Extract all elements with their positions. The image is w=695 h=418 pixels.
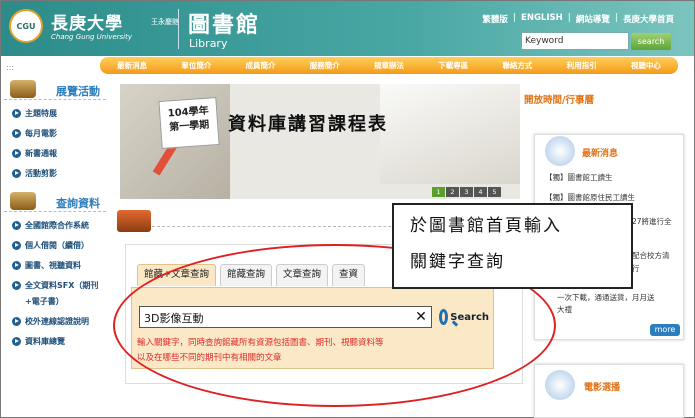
callout-line: 關鍵字查詢 — [410, 252, 505, 272]
pager-button[interactable]: 1 — [432, 187, 445, 197]
arrow-bullet-icon — [12, 261, 21, 270]
megaphone-icon — [545, 136, 575, 166]
news-title: 最新消息 — [582, 149, 619, 159]
university-name-zh: 長庚大學 — [51, 14, 123, 34]
sidebar-section-exhibitions: 展覽活動 — [4, 78, 106, 100]
link-separator: | — [512, 13, 517, 23]
arrow-bullet-icon — [12, 281, 21, 290]
news-item[interactable]: 【獨】圖書館原住民工讀生 — [545, 192, 635, 203]
university-building: 王永慶館 — [151, 18, 179, 26]
news-fragment: 配合校方清 — [632, 251, 670, 260]
pager-button[interactable]: 4 — [474, 187, 487, 197]
sidebar-section-title: 查詢資料 — [56, 197, 100, 210]
sidebar-item[interactable]: 全文資料SFX（期刊+電子書） — [4, 276, 100, 312]
news-fragment: 行 — [632, 264, 640, 273]
sidebar-item-label: 主題特展 — [25, 109, 57, 118]
sidebar-item-label: 全文資料SFX（期刊+電子書） — [25, 281, 99, 306]
pager-button[interactable]: 5 — [488, 187, 501, 197]
sidebar-item[interactable]: 主題特展 — [4, 104, 106, 124]
banner-pager: 1 2 3 4 5 — [432, 187, 501, 197]
dots-decoration: ::: — [6, 63, 15, 72]
sidebar-item[interactable]: 資料庫總覽 — [4, 332, 94, 352]
sidebar-item[interactable]: 圖書、視聽資料 — [4, 256, 94, 276]
nav-item[interactable]: 視聽中心 — [631, 60, 661, 71]
notebook-image — [380, 84, 520, 184]
nav-item[interactable]: 規章辦法 — [374, 60, 404, 71]
site-search-input[interactable]: Keyword — [521, 32, 629, 50]
main-nav: 最新消息 單位簡介 成員簡介 服務簡介 規章辦法 下載專區 聯絡方式 利用指引 … — [100, 57, 678, 74]
sidebar-item[interactable]: 每月電影 — [4, 124, 106, 144]
arrow-bullet-icon — [12, 317, 21, 326]
sidebar-item[interactable]: 校外連線認證說明 — [4, 312, 94, 332]
news-fragment: 大禮 — [557, 305, 572, 314]
callout-line: 於圖書館首頁輸入 — [410, 216, 562, 236]
news-fragment: 27將進行全 — [632, 217, 672, 226]
sidebar-item-label: 全國館際合作系統 — [25, 221, 89, 230]
exhibition-icon — [10, 80, 36, 98]
library-title-zh: 圖書館 — [188, 12, 261, 38]
more-button[interactable]: more — [650, 324, 680, 336]
movie-title: 電影選播 — [584, 383, 621, 393]
arrow-bullet-icon — [12, 129, 21, 138]
link-separator: | — [614, 13, 618, 23]
search-section-icon — [10, 192, 36, 210]
sidebar-item-label: 校外連線認證說明 — [25, 317, 89, 326]
open-hours-link[interactable]: 開放時間/行事曆 — [524, 92, 594, 106]
arrow-bullet-icon — [12, 337, 21, 346]
sidebar-item-label: 活動剪影 — [25, 169, 57, 178]
nav-item[interactable]: 最新消息 — [117, 60, 147, 71]
sidebar-item-label: 新書通報 — [25, 149, 57, 158]
sidebar-item[interactable]: 活動剪影 — [4, 164, 106, 184]
books-icon — [117, 210, 151, 232]
news-fragment: 一次下載，通通送貨，月月送 — [557, 293, 655, 302]
nav-item[interactable]: 下載專區 — [438, 60, 468, 71]
pager-button[interactable]: 3 — [460, 187, 473, 197]
arrow-bullet-icon — [12, 149, 21, 158]
arrow-bullet-icon — [12, 109, 21, 118]
annotation-callout: 於圖書館首頁輸入 關鍵字查詢 — [392, 203, 633, 289]
sidebar-item-label: 圖書、視聽資料 — [25, 261, 81, 270]
link-separator: | — [567, 13, 571, 23]
arrow-bullet-icon — [12, 169, 21, 178]
nav-item[interactable]: 聯絡方式 — [502, 60, 532, 71]
sidebar-section-title: 展覽活動 — [56, 85, 100, 98]
nav-item[interactable]: 服務簡介 — [310, 60, 340, 71]
sidebar-section-search: 查詢資料 — [4, 190, 106, 212]
header-divider — [178, 9, 179, 49]
site-search-button[interactable]: search — [631, 33, 671, 50]
link-sitemap[interactable]: 網站導覽 — [576, 13, 610, 25]
megaphone-icon — [545, 370, 575, 400]
sidebar-item-label: 個人借閱（續借） — [25, 241, 89, 250]
sidebar-item-label: 每月電影 — [25, 129, 57, 138]
nav-item[interactable]: 利用指引 — [567, 60, 597, 71]
sidebar-item-label: 資料庫總覽 — [25, 337, 65, 346]
link-traditional[interactable]: 繁體版 — [482, 13, 508, 25]
banner[interactable]: 104學年 第一學期 資料庫講習課程表 — [120, 84, 520, 199]
university-name-en: Chang Gung University — [51, 33, 132, 41]
pager-button[interactable]: 2 — [446, 187, 459, 197]
link-english[interactable]: ENGLISH — [521, 13, 563, 25]
banner-title: 資料庫講習課程表 — [228, 114, 388, 135]
calendar-line: 第一學期 — [168, 119, 210, 134]
sidebar-item[interactable]: 個人借閱（續借） — [4, 236, 94, 256]
library-title-en: Library — [189, 37, 228, 50]
banner-calendar: 104學年 第一學期 — [158, 97, 220, 149]
sidebar-item[interactable]: 新書通報 — [4, 144, 106, 164]
nav-item[interactable]: 成員簡介 — [246, 60, 276, 71]
link-university-home[interactable]: 長庚大學首頁 — [623, 13, 674, 25]
university-logo[interactable]: CGU — [9, 9, 43, 43]
arrow-bullet-icon — [12, 221, 21, 230]
news-item[interactable]: 【獨】圖書館工讀生 — [545, 172, 613, 183]
arrow-bullet-icon — [12, 241, 21, 250]
sidebar-item[interactable]: 全國館際合作系統 — [4, 216, 94, 236]
top-links: 繁體版 | ENGLISH | 網站導覽 | 長庚大學首頁 — [482, 13, 674, 25]
nav-item[interactable]: 單位簡介 — [181, 60, 211, 71]
sidebar: 展覽活動 主題特展 每月電影 新書通報 活動剪影 查詢資料 全國館際合作系統 個… — [4, 78, 106, 352]
